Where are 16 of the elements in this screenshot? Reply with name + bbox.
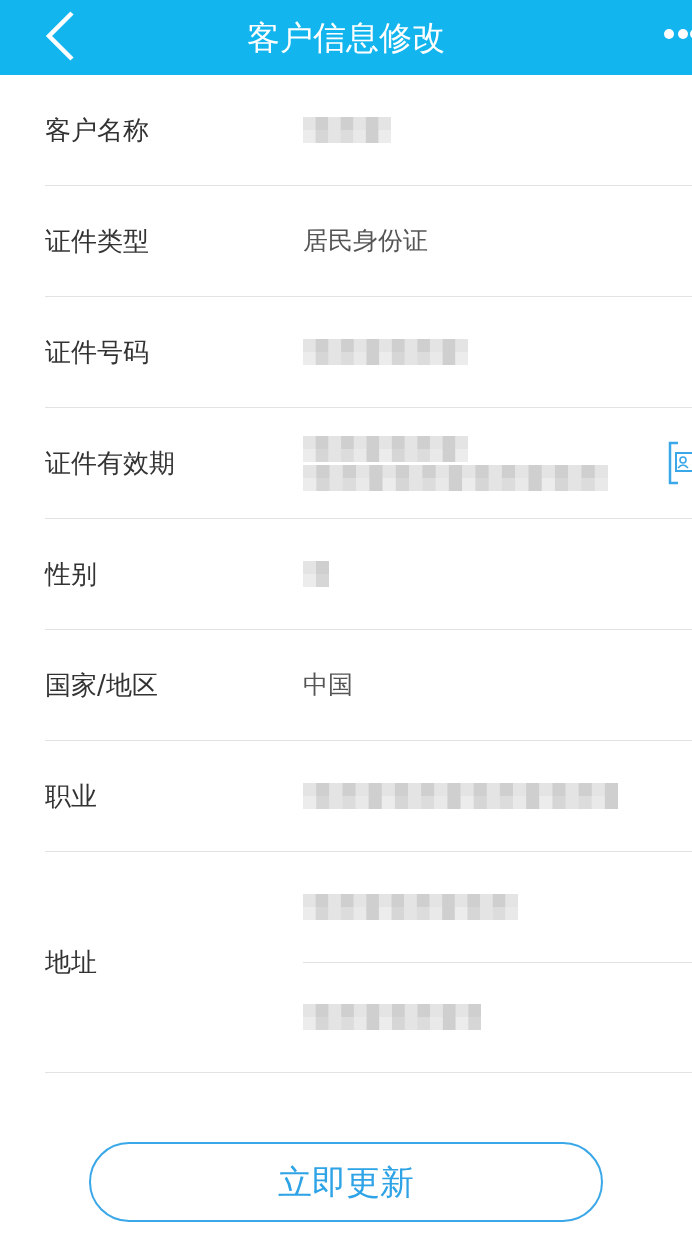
field-label: 证件号码 — [45, 335, 150, 369]
field-label: 证件类型 — [45, 224, 150, 258]
field-label: 地址 — [45, 945, 98, 979]
id-card-scan-icon[interactable] — [668, 441, 692, 485]
page-title: 客户信息修改 — [247, 16, 445, 59]
more-icon[interactable] — [662, 27, 692, 41]
field-label: 国家/地区 — [45, 668, 159, 702]
field-label: 职业 — [45, 779, 98, 813]
field-label: 证件有效期 — [45, 446, 176, 480]
field-value: 中国 — [303, 669, 354, 702]
field-label: 性别 — [45, 557, 98, 591]
pixelated-value — [303, 561, 329, 587]
update-button[interactable]: 立即更新 — [89, 1142, 603, 1222]
back-icon[interactable] — [44, 10, 76, 62]
field-label: 客户名称 — [45, 113, 150, 147]
field-value: 居民身份证 — [303, 225, 429, 258]
